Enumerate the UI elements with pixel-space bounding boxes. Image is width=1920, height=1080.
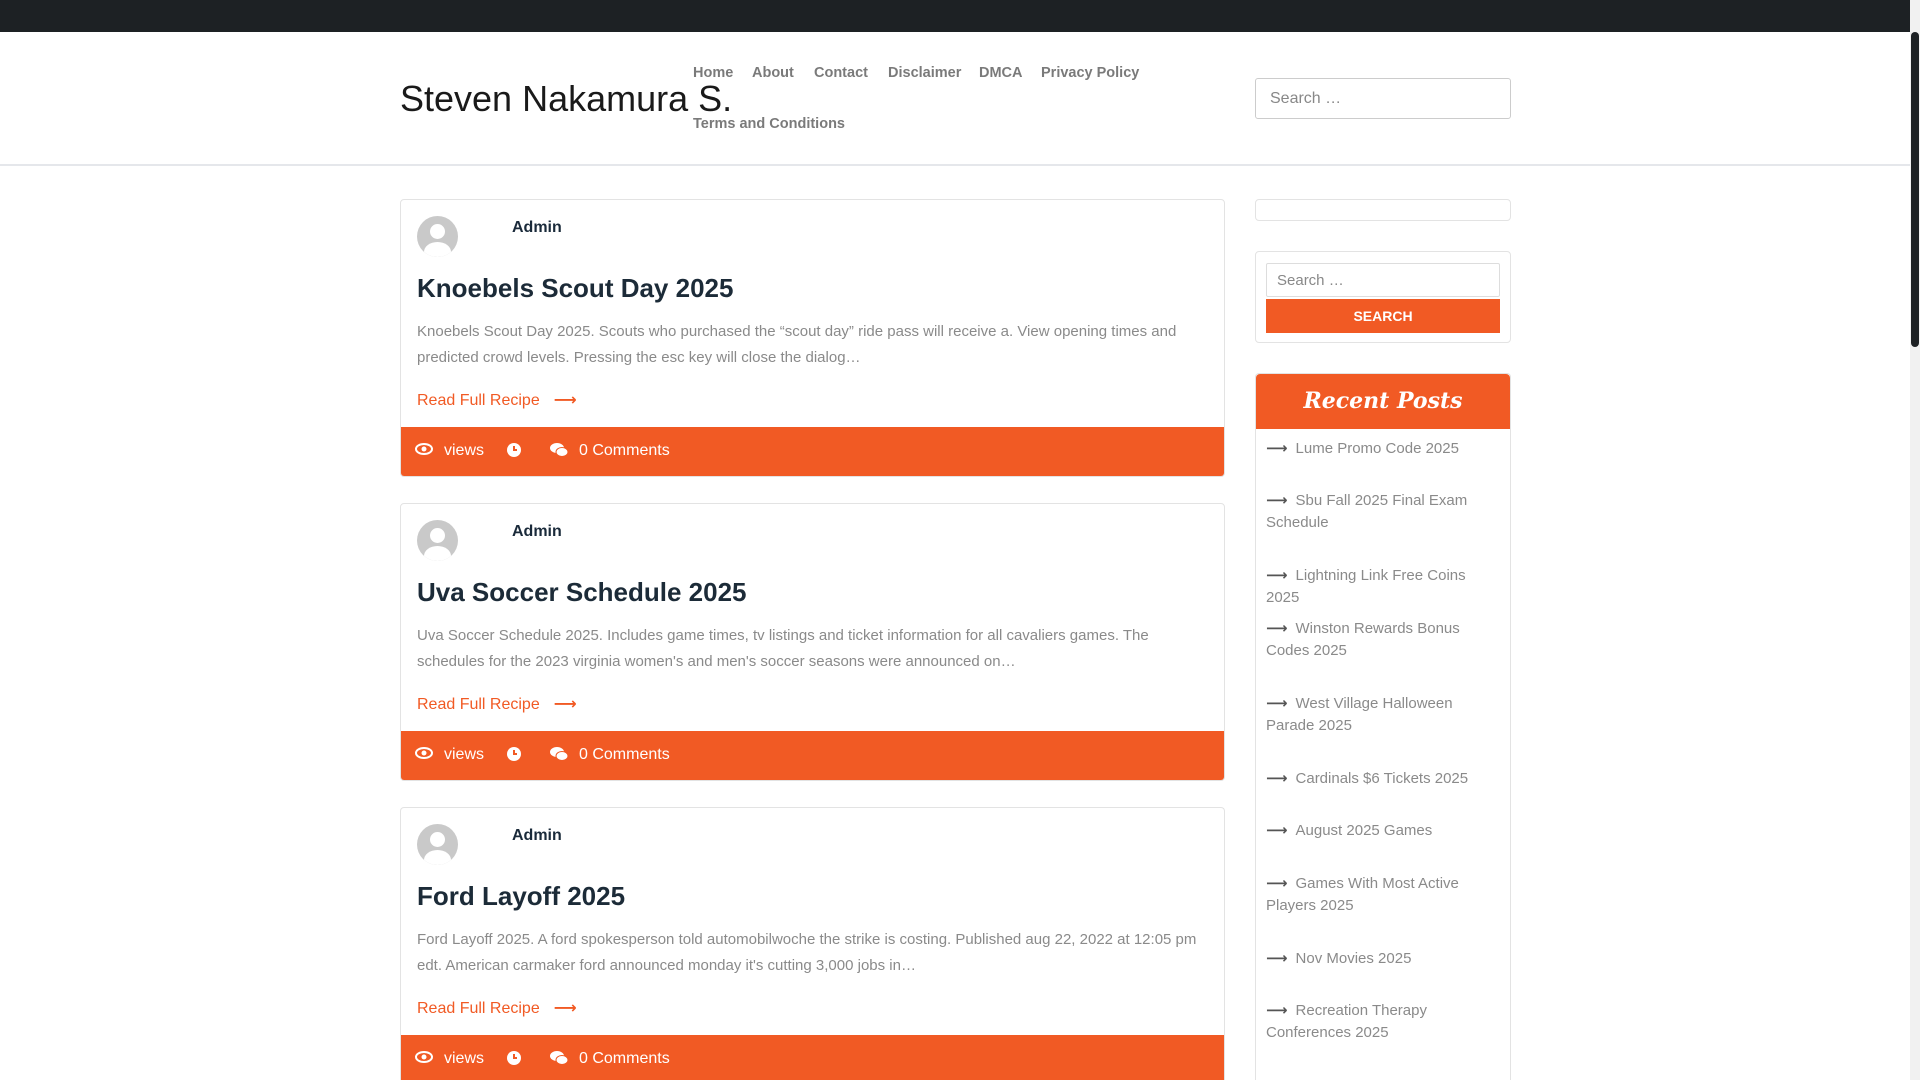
scrollbar[interactable] (1910, 0, 1920, 1080)
post-excerpt: Knoebels Scout Day 2025. Scouts who purc… (417, 323, 1177, 366)
arrow-right-icon: ⟶ (1266, 875, 1288, 892)
nav-about[interactable]: About (752, 65, 794, 81)
arrow-right-icon: ⟶ (1266, 950, 1288, 967)
read-more-label: Read Full Recipe (417, 696, 540, 713)
site-title[interactable]: Steven Nakamura S. (400, 78, 732, 120)
sidebar-search-input[interactable] (1266, 263, 1500, 297)
post-title[interactable]: Ford Layoff 2025 (417, 881, 625, 912)
clock-icon (506, 1050, 522, 1071)
views-count: views (444, 746, 485, 763)
post-meta-bar: views 0 Comments (401, 1035, 1224, 1080)
recent-post-title: Cardinals $6 Tickets 2025 (1295, 770, 1469, 787)
clock-icon (506, 746, 522, 767)
arrow-right-icon: ⟶ (553, 392, 577, 409)
avatar (417, 520, 458, 561)
read-more-link[interactable]: Read Full Recipe ⟶ (417, 694, 577, 714)
recent-post-link[interactable]: ⟶ West Village Halloween Parade 2025 (1266, 693, 1500, 737)
arrow-right-icon: ⟶ (1266, 1002, 1288, 1019)
nav-dmca[interactable]: DMCA (979, 65, 1023, 81)
arrow-right-icon: ⟶ (553, 1000, 577, 1017)
recent-post-title: August 2025 Games (1295, 822, 1433, 839)
top-bar (0, 0, 1910, 32)
arrow-right-icon: ⟶ (1266, 695, 1288, 712)
recent-post-link[interactable]: ⟶ Games With Most Active Players 2025 (1266, 873, 1500, 917)
site-header: Steven Nakamura S. Home About Contact Di… (0, 32, 1910, 166)
comments-icon (549, 1050, 569, 1071)
recent-post-link[interactable]: ⟶ Lightning Link Free Coins 2025 (1266, 565, 1500, 609)
read-more-link[interactable]: Read Full Recipe ⟶ (417, 390, 577, 410)
recent-post-link[interactable]: ⟶ Recreation Therapy Conferences 2025 (1266, 1000, 1500, 1044)
eye-icon (415, 442, 433, 461)
nav-contact[interactable]: Contact (814, 65, 868, 81)
arrow-right-icon: ⟶ (1266, 770, 1288, 787)
nav-home[interactable]: Home (693, 65, 733, 81)
recent-post-link[interactable]: ⟶ Cardinals $6 Tickets 2025 (1266, 768, 1500, 790)
eye-icon (415, 746, 433, 765)
arrow-right-icon: ⟶ (1266, 620, 1288, 637)
recent-posts-widget: Recent Posts ⟶ Lume Promo Code 2025 ⟶ Sbu … (1255, 373, 1511, 1080)
arrow-right-icon: ⟶ (553, 696, 577, 713)
post-excerpt: Ford Layoff 2025. A ford spokesperson to… (417, 931, 1197, 974)
post-title[interactable]: Uva Soccer Schedule 2025 (417, 577, 747, 608)
post-meta-bar: views 0 Comments (401, 427, 1224, 476)
post-author[interactable]: Admin (512, 827, 562, 845)
post-card: Admin Uva Soccer Schedule 2025 Uva Socce… (400, 503, 1225, 781)
scrollbar-thumb[interactable] (1911, 32, 1919, 347)
recent-post-title: Nov Movies 2025 (1295, 950, 1412, 967)
sidebar-empty-widget (1255, 199, 1511, 221)
post-card: Admin Knoebels Scout Day 2025 Knoebels S… (400, 199, 1225, 477)
arrow-right-icon: ⟶ (1266, 440, 1288, 457)
comments-icon (549, 442, 569, 463)
eye-icon (415, 1050, 433, 1069)
nav-terms-and-conditions[interactable]: Terms and Conditions (693, 116, 845, 132)
recent-post-title: Winston Rewards Bonus Codes 2025 (1266, 620, 1460, 659)
post-excerpt: Uva Soccer Schedule 2025. Includes game … (417, 627, 1149, 670)
read-more-label: Read Full Recipe (417, 392, 540, 409)
post-author[interactable]: Admin (512, 219, 562, 237)
post-card: Admin Ford Layoff 2025 Ford Layoff 2025.… (400, 807, 1225, 1080)
read-more-link[interactable]: Read Full Recipe ⟶ (417, 998, 577, 1018)
recent-post-title: Lightning Link Free Coins 2025 (1266, 567, 1466, 606)
post-title[interactable]: Knoebels Scout Day 2025 (417, 273, 733, 304)
arrow-right-icon: ⟶ (1266, 822, 1288, 839)
nav-privacy-policy[interactable]: Privacy Policy (1041, 65, 1139, 81)
comments-count[interactable]: 0 Comments (579, 1050, 670, 1068)
avatar (417, 824, 458, 865)
recent-post-link[interactable]: ⟶ Sbu Fall 2025 Final Exam Schedule (1266, 490, 1500, 534)
recent-post-link[interactable]: ⟶ Lume Promo Code 2025 (1266, 438, 1500, 460)
header-search-input[interactable] (1255, 78, 1511, 119)
recent-post-title: West Village Halloween Parade 2025 (1266, 695, 1453, 734)
recent-post-title: Games With Most Active Players 2025 (1266, 875, 1459, 914)
views-count: views (444, 442, 485, 459)
recent-post-title: Recreation Therapy Conferences 2025 (1266, 1002, 1427, 1041)
recent-post-link[interactable]: ⟶ Nov Movies 2025 (1266, 948, 1500, 970)
recent-post-link[interactable]: ⟶ Winston Rewards Bonus Codes 2025 (1266, 618, 1500, 662)
post-author[interactable]: Admin (512, 523, 562, 541)
sidebar-search-button[interactable]: Search (1266, 299, 1500, 333)
arrow-right-icon: ⟶ (1266, 492, 1288, 509)
recent-posts-title: Recent Posts (1256, 374, 1510, 429)
post-meta-bar: views 0 Comments (401, 731, 1224, 780)
recent-post-title: Sbu Fall 2025 Final Exam Schedule (1266, 492, 1468, 531)
clock-icon (506, 442, 522, 463)
sidebar-search-widget: Search (1255, 251, 1511, 343)
comments-icon (549, 746, 569, 767)
arrow-right-icon: ⟶ (1266, 567, 1288, 584)
recent-post-title: Lume Promo Code 2025 (1295, 440, 1459, 457)
avatar (417, 216, 458, 257)
comments-count[interactable]: 0 Comments (579, 746, 670, 764)
nav-disclaimer[interactable]: Disclaimer (888, 65, 961, 81)
recent-post-link[interactable]: ⟶ August 2025 Games (1266, 820, 1500, 842)
read-more-label: Read Full Recipe (417, 1000, 540, 1017)
views-count: views (444, 1050, 485, 1067)
comments-count[interactable]: 0 Comments (579, 442, 670, 460)
